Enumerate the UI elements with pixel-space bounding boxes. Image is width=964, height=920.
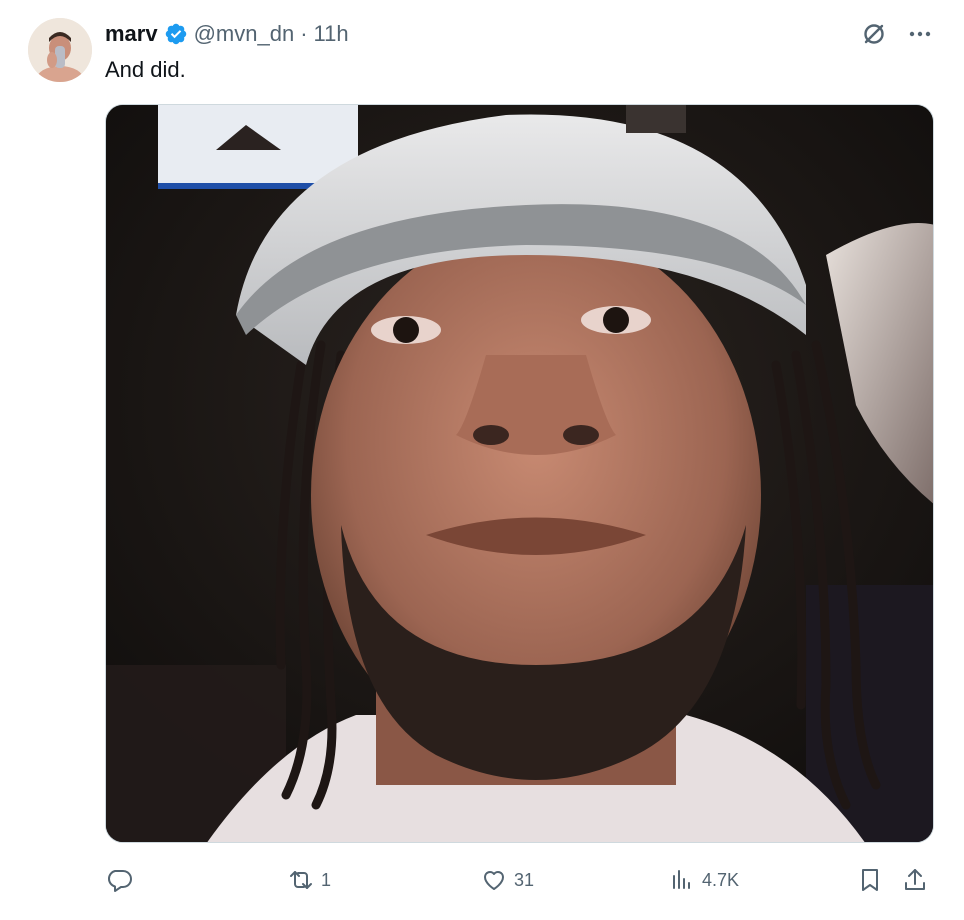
tweet-actions: 1 31 4.7K <box>105 862 936 898</box>
bookmark-button[interactable] <box>856 862 884 898</box>
grok-icon[interactable] <box>860 20 888 48</box>
photo-image <box>106 105 933 842</box>
verified-badge-icon <box>164 22 188 46</box>
author-handle[interactable]: @mvn_dn <box>194 21 295 47</box>
separator-dot: · <box>300 21 308 46</box>
retweet-count: 1 <box>321 869 332 890</box>
timestamp[interactable]: 11h <box>314 21 349 47</box>
tweet-card[interactable]: marv @mvn_dn · 11h And did. 1 31 4.7K <box>0 0 964 920</box>
tweet-header: marv @mvn_dn · 11h <box>105 18 349 50</box>
like-count: 31 <box>514 869 535 890</box>
heart-icon <box>484 871 504 890</box>
avatar-image <box>28 18 92 82</box>
share-icon <box>905 869 925 890</box>
tweet-text: And did. <box>105 57 186 82</box>
bookmark-icon <box>862 869 878 891</box>
reply-button[interactable] <box>105 862 133 898</box>
views-chart-icon <box>673 870 690 889</box>
tweet-photo[interactable] <box>105 104 934 843</box>
reply-icon <box>108 870 132 892</box>
more-options-icon[interactable] <box>906 20 934 48</box>
author-name[interactable]: marv <box>105 21 158 47</box>
views-count: 4.7K <box>702 869 740 890</box>
avatar[interactable] <box>28 18 92 82</box>
retweet-button[interactable]: 1 <box>287 862 331 898</box>
views-button[interactable]: 4.7K <box>668 862 739 898</box>
share-button[interactable] <box>901 862 929 898</box>
tweet-top-actions <box>860 20 934 48</box>
retweet-icon <box>290 871 312 889</box>
like-button[interactable]: 31 <box>480 862 534 898</box>
